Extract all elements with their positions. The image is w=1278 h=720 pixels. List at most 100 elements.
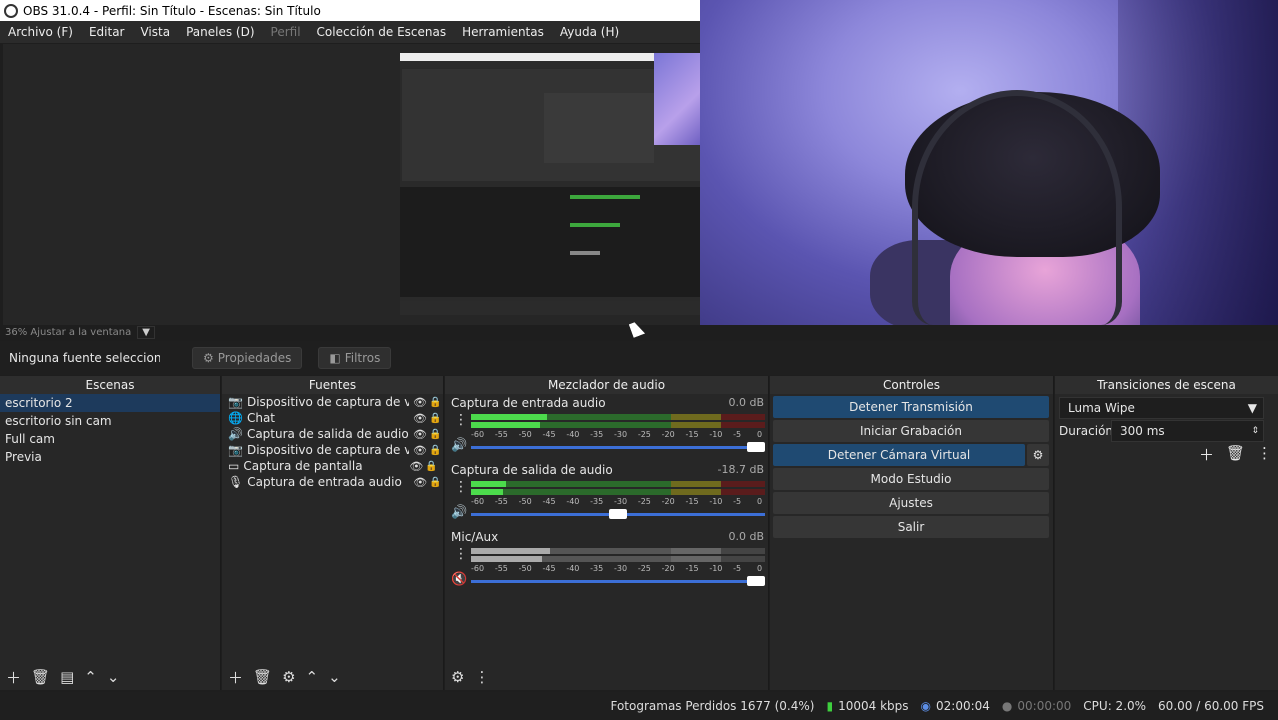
stop-stream-button[interactable]: Detener Transmisión: [773, 396, 1049, 418]
level-meter-fill: [471, 548, 551, 554]
studio-mode-button[interactable]: Modo Estudio: [773, 468, 1049, 490]
muted-speaker-icon[interactable]: 🔇: [451, 572, 467, 587]
menu-vista[interactable]: Vista: [140, 25, 170, 39]
zoom-dropdown-icon[interactable]: ▼: [137, 325, 155, 339]
eye-icon[interactable]: 👁: [409, 460, 423, 473]
channel-menu-icon[interactable]: ⋮: [454, 546, 468, 562]
lock-icon[interactable]: 🔒: [429, 413, 441, 424]
source-label: Captura de pantalla: [243, 459, 363, 473]
remove-scene-icon[interactable]: 🗑: [31, 668, 50, 686]
duration-value: 300 ms: [1120, 424, 1165, 438]
menu-ayuda[interactable]: Ayuda (H): [560, 25, 619, 39]
move-up-icon[interactable]: ⌃: [306, 668, 319, 686]
scene-item[interactable]: Full cam: [0, 430, 220, 448]
tick-label: 0: [757, 430, 763, 439]
volume-slider[interactable]: [471, 509, 765, 519]
source-item[interactable]: 🌐 Chat 👁 🔒: [222, 410, 443, 426]
source-item[interactable]: 📷 Dispositivo de captura de video 👁🔒: [222, 394, 443, 410]
add-transition-icon[interactable]: ＋: [1199, 444, 1214, 465]
level-meter-fill: [471, 422, 540, 428]
tick-label: -20: [661, 564, 675, 573]
stop-virtual-camera-button[interactable]: Detener Cámara Virtual: [773, 444, 1025, 466]
filters-button[interactable]: ◧ Filtros: [318, 347, 392, 369]
menu-herramientas[interactable]: Herramientas: [462, 25, 544, 39]
channel-db: 0.0 dB: [728, 530, 764, 543]
tick-label: -15: [685, 497, 699, 506]
source-item[interactable]: ▭ Captura de pantalla 👁 🔒: [222, 458, 443, 474]
source-item[interactable]: 🔊 Captura de salida de audio 👁 🔒: [222, 426, 443, 442]
source-label: Captura de entrada audio: [247, 475, 402, 489]
lock-icon[interactable]: 🔒: [429, 429, 441, 440]
speaker-icon[interactable]: 🔊: [451, 505, 467, 520]
source-item[interactable]: 🎙 Captura de entrada audio 👁 🔒: [222, 474, 443, 490]
menu-coleccion-escenas[interactable]: Colección de Escenas: [317, 25, 447, 39]
menu-archivo[interactable]: Archivo (F): [8, 25, 73, 39]
source-settings-icon[interactable]: ⚙: [282, 668, 295, 686]
record-status: ● 00:00:00: [1002, 699, 1071, 713]
duration-label: Duración: [1059, 424, 1114, 438]
properties-button[interactable]: ⚙ Propiedades: [192, 347, 303, 369]
eye-icon[interactable]: 👁: [413, 444, 427, 457]
start-recording-button[interactable]: Iniciar Grabación: [773, 420, 1049, 442]
scene-item[interactable]: Previa: [0, 448, 220, 466]
headphones: [912, 90, 1122, 325]
menu-perfil[interactable]: Perfil: [271, 25, 301, 39]
fps-status: 60.00 / 60.00 FPS: [1158, 699, 1264, 713]
speaker-icon[interactable]: 🔊: [451, 438, 467, 453]
scene-item[interactable]: escritorio 2: [0, 394, 220, 412]
add-scene-icon[interactable]: ＋: [6, 667, 21, 688]
level-meter: [471, 422, 765, 428]
duration-input[interactable]: 300 ms ⇕: [1111, 420, 1264, 442]
advanced-audio-gear-icon[interactable]: ⚙: [451, 668, 464, 686]
source-label: Dispositivo de captura de video: [246, 443, 409, 457]
remove-source-icon[interactable]: 🗑: [253, 668, 272, 686]
add-source-icon[interactable]: ＋: [228, 667, 243, 688]
exit-button[interactable]: Salir: [773, 516, 1049, 538]
eye-icon[interactable]: 👁: [413, 476, 427, 489]
tick-label: -55: [494, 430, 508, 439]
move-down-icon[interactable]: ⌄: [107, 668, 120, 686]
eye-icon[interactable]: 👁: [413, 396, 427, 409]
channel-menu-icon[interactable]: ⋮: [454, 412, 468, 428]
menu-editar[interactable]: Editar: [89, 25, 125, 39]
scene-filters-icon[interactable]: ▤: [60, 668, 74, 686]
tick-label: -60: [471, 430, 485, 439]
title-bar: OBS 31.0.4 - Perfil: Sin Título - Escena…: [0, 0, 700, 21]
move-up-icon[interactable]: ⌃: [84, 668, 97, 686]
source-item[interactable]: 📷 Dispositivo de captura de video 👁🔒: [222, 442, 443, 458]
lock-icon[interactable]: 🔒: [429, 397, 441, 408]
tick-label: -25: [637, 430, 651, 439]
transition-select[interactable]: Luma Wipe ▼: [1059, 397, 1264, 419]
lock-icon[interactable]: 🔒: [425, 461, 437, 472]
eye-icon[interactable]: 👁: [413, 428, 427, 441]
lock-icon[interactable]: 🔒: [429, 445, 441, 456]
gear-icon: ⚙: [203, 351, 214, 365]
mixer-channels: Captura de entrada audio 0.0 dB ⋮ -60 -55 -50…: [445, 394, 768, 595]
volume-knob[interactable]: [609, 509, 627, 519]
volume-slider[interactable]: [471, 442, 765, 452]
eye-icon[interactable]: 👁: [413, 412, 427, 425]
sources-title: Fuentes: [222, 376, 443, 394]
tick-label: -10: [709, 430, 723, 439]
move-down-icon[interactable]: ⌄: [328, 668, 341, 686]
transition-menu-icon[interactable]: ⋮: [1257, 444, 1272, 465]
spin-arrows-icon[interactable]: ⇕: [1251, 421, 1259, 441]
lock-icon[interactable]: 🔒: [429, 477, 441, 488]
scene-item[interactable]: escritorio sin cam: [0, 412, 220, 430]
mixer-menu-icon[interactable]: ⋮: [474, 668, 489, 686]
scenes-title: Escenas: [0, 376, 220, 394]
tick-label: -45: [542, 430, 556, 439]
meter-ticks: -60 -55 -50 -45 -40 -35 -30 -25 -20 -15 -10 -5 0: [471, 564, 765, 574]
settings-button[interactable]: Ajustes: [773, 492, 1049, 514]
remove-transition-icon[interactable]: 🗑: [1226, 444, 1245, 465]
menu-paneles[interactable]: Paneles (D): [186, 25, 254, 39]
level-meter: [471, 556, 765, 562]
context-bar: Ninguna fuente seleccionada ⚙ Propiedade…: [0, 341, 1278, 375]
virtual-camera-settings-icon[interactable]: ⚙: [1027, 444, 1049, 466]
volume-slider[interactable]: [471, 576, 765, 586]
chevron-down-icon: ▼: [1247, 401, 1257, 415]
tick-label: -30: [614, 430, 628, 439]
volume-knob[interactable]: [747, 442, 765, 452]
volume-knob[interactable]: [747, 576, 765, 586]
channel-menu-icon[interactable]: ⋮: [454, 479, 468, 495]
